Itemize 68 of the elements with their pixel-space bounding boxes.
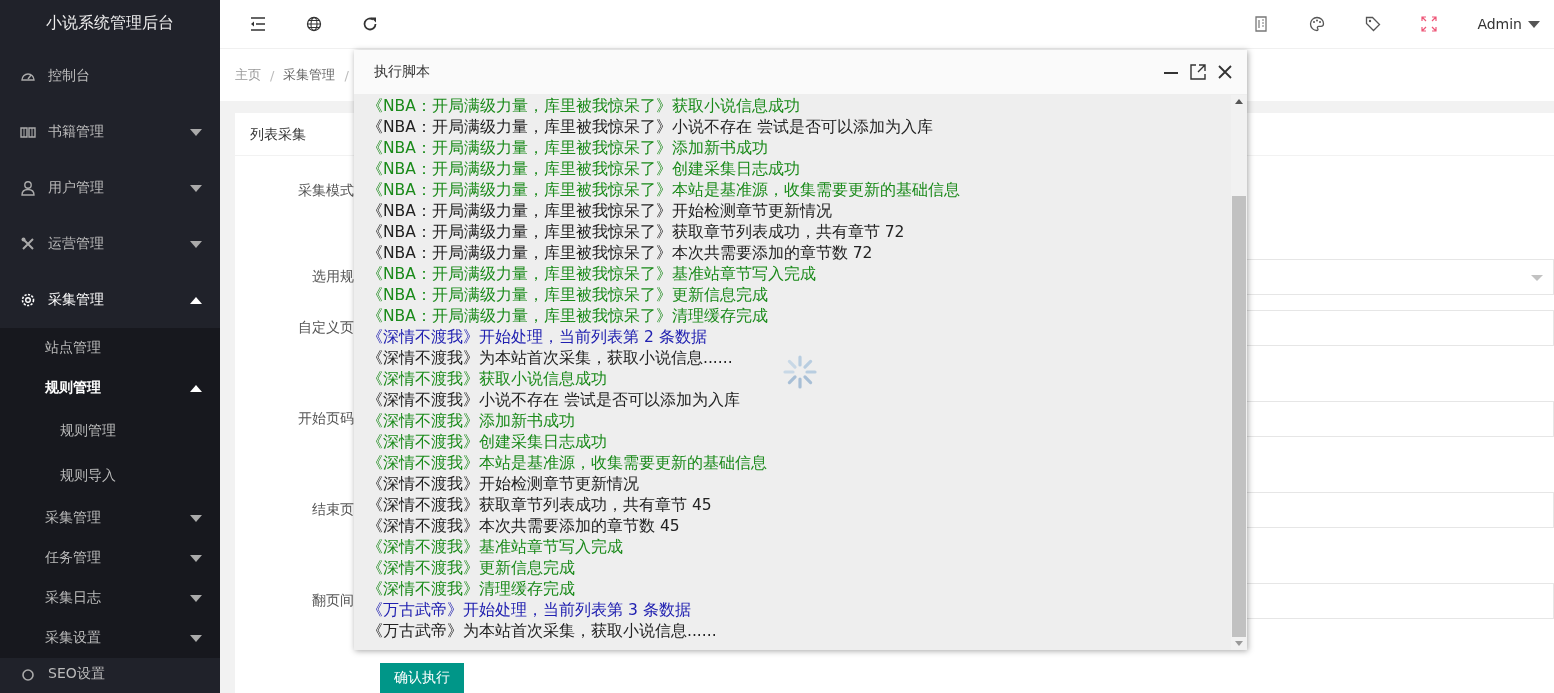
dialog-title: 执行脚本 xyxy=(374,63,430,81)
menu-item[interactable]: 站点管理 xyxy=(0,328,220,368)
log-line: 《深情不渡我》创建采集日志成功 xyxy=(367,432,607,453)
maximize-icon[interactable] xyxy=(1190,64,1206,80)
menu-item[interactable]: 书籍管理 xyxy=(0,104,220,160)
log-line: 《深情不渡我》小说不存在 尝试是否可以添加为入库 xyxy=(367,390,740,411)
log-line: 《万古武帝》为本站首次采集，获取小说信息...... xyxy=(367,621,717,642)
menu-item[interactable]: 用户管理 xyxy=(0,160,220,216)
log-line: 《NBA：开局满级力量，库里被我惊呆了》本次共需要添加的章节数 72 xyxy=(367,243,873,264)
log-line: 《深情不渡我》获取章节列表成功，共有章节 45 xyxy=(367,495,712,516)
refresh-icon[interactable] xyxy=(362,16,378,32)
log-line: 《深情不渡我》本次共需要添加的章节数 45 xyxy=(367,516,680,537)
log-line: 《深情不渡我》为本站首次采集，获取小说信息...... xyxy=(367,348,733,369)
globe-icon[interactable] xyxy=(306,16,322,32)
field-label: 开始页码 xyxy=(297,410,354,428)
tag-icon[interactable] xyxy=(1365,16,1382,32)
log-line: 《NBA：开局满级力量，库里被我惊呆了》小说不存在 尝试是否可以添加为入库 xyxy=(367,117,933,138)
log-line: 《NBA：开局满级力量，库里被我惊呆了》本站是基准源，收集需要更新的基础信息 xyxy=(367,180,960,201)
menu-item[interactable]: 采集管理 xyxy=(0,272,220,328)
menu-item[interactable]: SEO设置 xyxy=(0,658,220,683)
tools-icon xyxy=(20,236,36,252)
log-line: 《深情不渡我》添加新书成功 xyxy=(367,411,575,432)
field-label: 结束页 xyxy=(311,501,354,519)
close-icon[interactable] xyxy=(1217,64,1233,80)
menu-item[interactable]: 控制台 xyxy=(0,48,220,104)
log-line: 《深情不渡我》基准站章节写入完成 xyxy=(367,537,623,558)
log-line: 《深情不渡我》获取小说信息成功 xyxy=(367,369,607,390)
breadcrumb-separator: / xyxy=(270,67,275,83)
user-menu[interactable]: Admin xyxy=(1477,16,1540,32)
submit-button[interactable]: 确认执行 xyxy=(380,663,464,693)
log-line: 《NBA：开局满级力量，库里被我惊呆了》清理缓存完成 xyxy=(367,306,768,327)
menu-icon[interactable] xyxy=(250,16,266,32)
caret-down-icon xyxy=(1528,20,1540,28)
document-icon[interactable] xyxy=(1253,16,1270,32)
scroll-up-arrow-icon[interactable] xyxy=(1235,99,1243,104)
palette-icon[interactable] xyxy=(1309,16,1326,32)
breadcrumb-link[interactable]: 采集管理 xyxy=(283,66,336,84)
log-line: 《NBA：开局满级力量，库里被我惊呆了》基准站章节写入完成 xyxy=(367,264,816,285)
menu-item[interactable]: 规则导入 xyxy=(0,453,220,498)
loading-spinner-icon xyxy=(783,355,817,389)
user-icon xyxy=(20,180,36,196)
log-line: 《深情不渡我》更新信息完成 xyxy=(367,558,575,579)
log-line: 《NBA：开局满级力量，库里被我惊呆了》开始检测章节更新情况 xyxy=(367,201,832,222)
log-line: 《深情不渡我》开始检测章节更新情况 xyxy=(367,474,639,495)
app-title: 小说系统管理后台 xyxy=(45,12,175,34)
log-line: 《深情不渡我》清理缓存完成 xyxy=(367,579,575,600)
log-line: 《深情不渡我》本站是基准源，收集需要更新的基础信息 xyxy=(367,453,767,474)
field-label: 选用规 xyxy=(311,268,354,286)
breadcrumb-separator: / xyxy=(344,67,349,83)
log-line: 《NBA：开局满级力量，库里被我惊呆了》创建采集日志成功 xyxy=(367,159,800,180)
log-line: 《NBA：开局满级力量，库里被我惊呆了》添加新书成功 xyxy=(367,138,768,159)
field-label: 翻页间 xyxy=(311,592,354,610)
menu-item[interactable]: 任务管理 xyxy=(0,538,220,578)
menu-item[interactable]: 采集管理 xyxy=(0,498,220,538)
book-icon xyxy=(20,124,36,140)
field-label: 采集模式 xyxy=(297,182,354,200)
menu-item[interactable]: 采集设置 xyxy=(0,618,220,658)
log-line: 《NBA：开局满级力量，库里被我惊呆了》获取章节列表成功，共有章节 72 xyxy=(367,222,905,243)
fullscreen-icon[interactable] xyxy=(1421,16,1438,32)
log-line: 《万古武帝》开始处理，当前列表第 3 条数据 xyxy=(367,600,691,621)
caret-down-icon xyxy=(1531,275,1543,281)
menu-item[interactable]: 采集日志 xyxy=(0,578,220,618)
log-line: 《深情不渡我》开始处理，当前列表第 2 条数据 xyxy=(367,327,707,348)
field-label: 自定义页 xyxy=(297,319,354,337)
menu-item[interactable]: 规则管理 xyxy=(0,368,220,408)
menu-item[interactable]: 规则管理 xyxy=(0,408,220,453)
log-line: 《NBA：开局满级力量，库里被我惊呆了》更新信息完成 xyxy=(367,285,768,306)
menu-item[interactable]: 运营管理 xyxy=(0,216,220,272)
